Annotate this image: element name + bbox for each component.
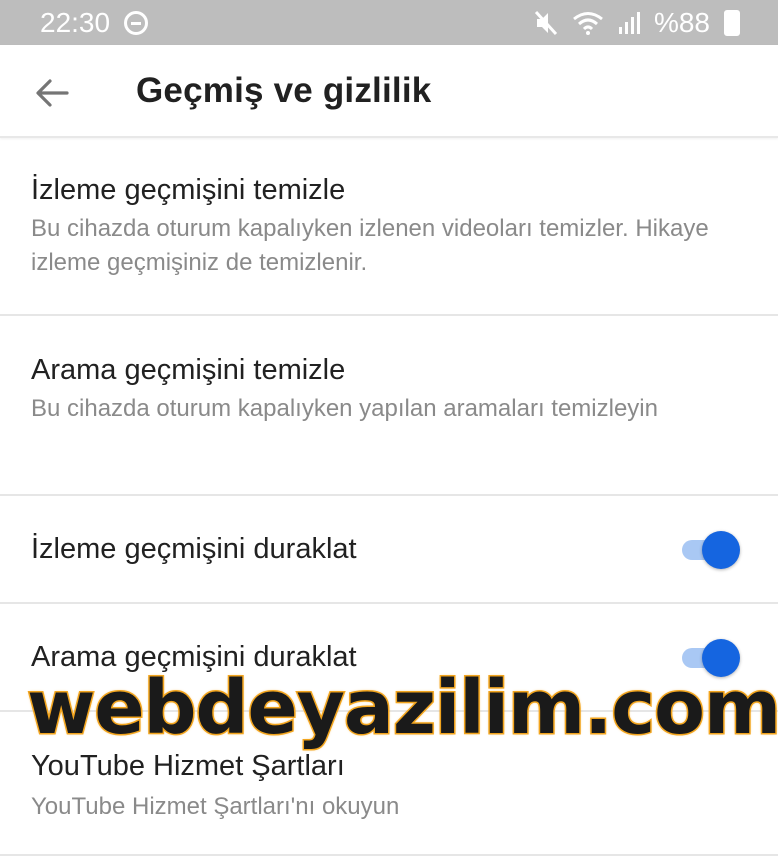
pause-search-history-toggle[interactable] xyxy=(682,639,740,677)
clear-watch-history-item[interactable]: İzleme geçmişini temizle Bu cihazda otur… xyxy=(0,138,778,316)
signal-icon xyxy=(618,11,640,35)
pause-search-history-item[interactable]: Arama geçmişini duraklat xyxy=(0,604,778,712)
battery-percent: %88 xyxy=(653,6,710,38)
status-bar: 22:30 %88 xyxy=(0,0,778,45)
toggle-thumb xyxy=(702,531,740,569)
toggle-thumb xyxy=(702,639,740,677)
page-title: Geçmiş ve gizlilik xyxy=(136,71,432,110)
item-title: YouTube Hizmet Şartları xyxy=(31,750,345,782)
status-right: %88 xyxy=(534,7,740,39)
pause-watch-history-toggle[interactable] xyxy=(682,531,740,569)
item-subtitle: Bu cihazda oturum kapalıyken yapılan ara… xyxy=(31,395,658,422)
status-time: 22:30 xyxy=(40,6,111,38)
item-title: İzleme geçmişini temizle xyxy=(31,174,346,206)
pause-watch-history-item[interactable]: İzleme geçmişini duraklat xyxy=(0,496,778,604)
terms-of-service-item[interactable]: YouTube Hizmet Şartları YouTube Hizmet Ş… xyxy=(0,712,778,856)
wifi-icon xyxy=(572,11,604,35)
item-title: Arama geçmişini duraklat xyxy=(31,641,357,673)
item-title: Arama geçmişini temizle xyxy=(31,354,346,386)
battery-icon xyxy=(724,9,740,36)
item-title: İzleme geçmişini duraklat xyxy=(31,533,357,565)
settings-list: İzleme geçmişini temizle Bu cihazda otur… xyxy=(0,138,778,856)
back-button[interactable] xyxy=(30,71,74,115)
mute-icon xyxy=(534,10,558,36)
clear-search-history-item[interactable]: Arama geçmişini temizle Bu cihazda oturu… xyxy=(0,316,778,496)
item-subtitle: YouTube Hizmet Şartları'nı okuyun xyxy=(31,793,400,820)
item-subtitle: Bu cihazda oturum kapalıyken izlenen vid… xyxy=(31,215,709,276)
do-not-disturb-icon xyxy=(124,10,149,35)
status-left: 22:30 xyxy=(40,6,149,39)
app-bar: Geçmiş ve gizlilik xyxy=(0,45,778,138)
arrow-left-icon xyxy=(36,79,69,107)
